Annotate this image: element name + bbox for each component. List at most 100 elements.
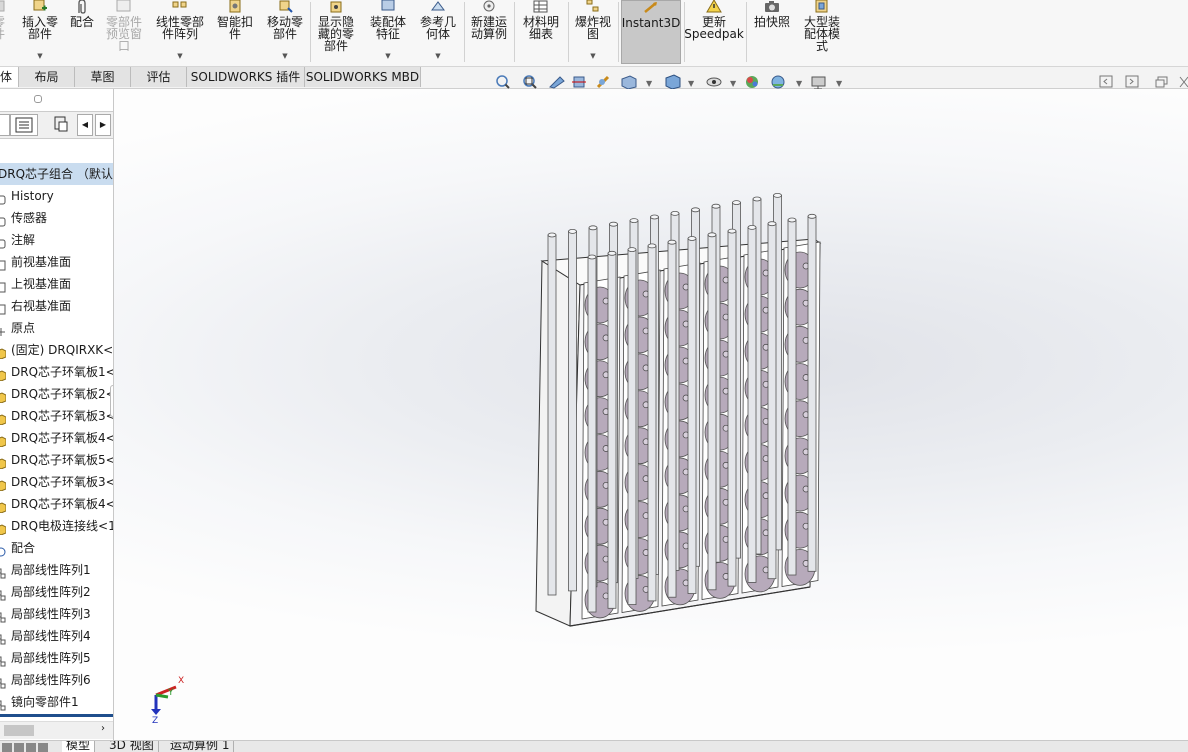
- new-motion-study-button[interactable]: 新建运 动算例: [466, 0, 512, 64]
- tree-item[interactable]: 配合: [0, 537, 113, 559]
- update-speedpak-button[interactable]: 更新 Speedpak: [684, 0, 744, 64]
- tab-3d-views[interactable]: 3D 视图: [105, 741, 159, 752]
- panel-collapse-handle[interactable]: [34, 95, 42, 103]
- graphics-area[interactable]: X Y Z: [114, 89, 1188, 740]
- take-snapshot-button[interactable]: 拍快照: [748, 0, 796, 64]
- tab-model[interactable]: 模型: [62, 741, 96, 752]
- tree-item[interactable]: DRQ芯子环氧板2<1>: [0, 383, 113, 405]
- scroll-right-arrow-icon[interactable]: ›: [101, 723, 105, 734]
- tree-horizontal-scrollbar[interactable]: ›: [0, 721, 113, 739]
- part-component-icon: [0, 498, 7, 514]
- mate-button[interactable]: 配合: [66, 0, 98, 64]
- tab-solidworks-addins[interactable]: SOLIDWORKS 插件: [187, 67, 305, 87]
- tab-motion-study-1[interactable]: 运动算例 1: [166, 741, 235, 752]
- exploded-view-button[interactable]: 爆炸视 图 ▼: [570, 0, 616, 64]
- annotation-icon: [0, 234, 6, 249]
- tree-item[interactable]: 局部线性阵列2: [0, 581, 113, 603]
- rod-cap: [629, 218, 639, 224]
- chevron-down-icon[interactable]: ▼: [590, 53, 595, 60]
- section-view-icon[interactable]: [572, 76, 586, 88]
- close-window-icon[interactable]: [1179, 76, 1188, 88]
- tree-item[interactable]: 传感器: [0, 207, 113, 229]
- tab-layout[interactable]: 布局: [19, 67, 75, 87]
- zoom-to-area-icon[interactable]: [523, 75, 537, 89]
- zoom-to-fit-icon[interactable]: [496, 75, 510, 89]
- tree-item[interactable]: DRQ芯子环氧板1<1>: [0, 361, 113, 383]
- tree-item[interactable]: 局部线性阵列1: [0, 559, 113, 581]
- tree-item-label: 局部线性阵列5: [11, 651, 91, 665]
- tree-item[interactable]: 镜向零部件1: [0, 691, 113, 713]
- tile-right-icon[interactable]: [1125, 75, 1139, 88]
- tree-item[interactable]: 右视基准面: [0, 295, 113, 317]
- reference-geometry-button[interactable]: 参考几 何体 ▼: [414, 0, 462, 64]
- restore-window-icon[interactable]: [1155, 76, 1168, 88]
- tree-filter-bar[interactable]: [0, 141, 113, 163]
- tree-item[interactable]: 注解: [0, 229, 113, 251]
- part-button[interactable]: 零 件: [0, 0, 10, 64]
- assembly-model-view[interactable]: [114, 89, 1188, 740]
- linear-pattern-icon: [0, 586, 6, 601]
- tree-item[interactable]: (固定) DRQIRXK<1>: [0, 339, 113, 361]
- tab-configuration-manager[interactable]: [48, 114, 74, 134]
- tile-left-icon[interactable]: [1099, 75, 1113, 88]
- tree-item-label: 局部线性阵列3: [11, 607, 91, 621]
- instant3d-button[interactable]: Instant3D: [621, 0, 681, 64]
- hide-show-items-icon[interactable]: ▼: [706, 77, 737, 88]
- tree-item[interactable]: DRQ芯子环氧板4<2>: [0, 493, 113, 515]
- previous-view-icon[interactable]: [549, 76, 565, 89]
- tree-item[interactable]: 局部线性阵列5: [0, 647, 113, 669]
- assembly-features-button[interactable]: 装配体 特征 ▼: [364, 0, 412, 64]
- insert-components-button[interactable]: 插入零 部件 ▼: [18, 0, 62, 64]
- tree-item[interactable]: DRQ电极连接线<1>: [0, 515, 113, 537]
- tree-item-label: 注解: [11, 233, 36, 247]
- tree-item[interactable]: 局部线性阵列4: [0, 625, 113, 647]
- chevron-down-icon[interactable]: ▼: [385, 53, 390, 60]
- tree-selection-line: [0, 714, 113, 717]
- scroll-tabs-left-button[interactable]: ◀: [77, 114, 93, 136]
- display-style-icon[interactable]: ▼: [665, 74, 695, 90]
- tree-root-assembly[interactable]: DRQ芯子组合 （默认<默认_显示状态-1>）: [0, 163, 113, 185]
- rod-cap: [650, 214, 659, 220]
- chevron-down-icon[interactable]: ▼: [435, 53, 440, 60]
- tree-item[interactable]: 上视基准面: [0, 273, 113, 295]
- tree-item[interactable]: DRQ芯子环氧板5<1>: [0, 449, 113, 471]
- tab-property-manager[interactable]: [10, 114, 38, 136]
- tree-item[interactable]: DRQ芯子环氧板3<1>: [0, 405, 113, 427]
- linear-pattern-icon: [0, 696, 6, 711]
- tab-scroll-buttons[interactable]: [2, 741, 57, 752]
- smart-fasteners-button[interactable]: 智能扣 件: [212, 0, 258, 64]
- linear-component-pattern-button[interactable]: 线性零部 件阵列 ▼: [150, 0, 210, 64]
- electrode-rod: [707, 234, 717, 591]
- chevron-down-icon[interactable]: ▼: [177, 53, 182, 60]
- preview-window-icon: [116, 0, 132, 14]
- tree-item[interactable]: DRQ芯子环氧板4<1>: [0, 427, 113, 449]
- tree-item[interactable]: 前视基准面: [0, 251, 113, 273]
- scroll-tabs-right-button[interactable]: ▶: [95, 114, 111, 136]
- large-assembly-mode-button[interactable]: 大型装 配体模 式: [798, 0, 846, 64]
- tab-assembly[interactable]: 体: [0, 67, 19, 87]
- scrollbar-thumb[interactable]: [4, 725, 34, 736]
- tab-solidworks-mbd[interactable]: SOLIDWORKS MBD: [305, 67, 421, 87]
- tab-sketch[interactable]: 草图: [75, 67, 131, 87]
- tree-item[interactable]: History: [0, 185, 113, 207]
- view-settings-icon[interactable]: ▼: [811, 76, 843, 90]
- tab-feature-manager[interactable]: [0, 114, 10, 136]
- tree-item[interactable]: 局部线性阵列6: [0, 669, 113, 691]
- edit-appearance-icon[interactable]: [746, 76, 758, 88]
- bill-of-materials-button[interactable]: 材料明 细表: [516, 0, 566, 64]
- tab-evaluate[interactable]: 评估: [131, 67, 187, 87]
- chevron-down-icon[interactable]: ▼: [282, 53, 287, 60]
- tree-item[interactable]: DRQ芯子环氧板3<2>: [0, 471, 113, 493]
- move-component-button[interactable]: 移动零 部件 ▼: [262, 0, 308, 64]
- view-orientation-icon[interactable]: ▼: [621, 75, 653, 90]
- dynamic-annotation-icon[interactable]: [596, 75, 610, 89]
- rod-cap: [609, 221, 618, 227]
- part-component-icon: [0, 432, 7, 448]
- apply-scene-icon[interactable]: ▼: [771, 75, 803, 89]
- chevron-down-icon[interactable]: ▼: [37, 53, 42, 60]
- tree-item-label: DRQ芯子环氧板4<1>: [11, 431, 113, 445]
- component-preview-window-button[interactable]: 零部件 预览窗 口: [102, 0, 146, 64]
- show-hidden-components-button[interactable]: 显示隐 藏的零 部件: [312, 0, 360, 64]
- tree-item[interactable]: 局部线性阵列3: [0, 603, 113, 625]
- tree-item[interactable]: 原点: [0, 317, 113, 339]
